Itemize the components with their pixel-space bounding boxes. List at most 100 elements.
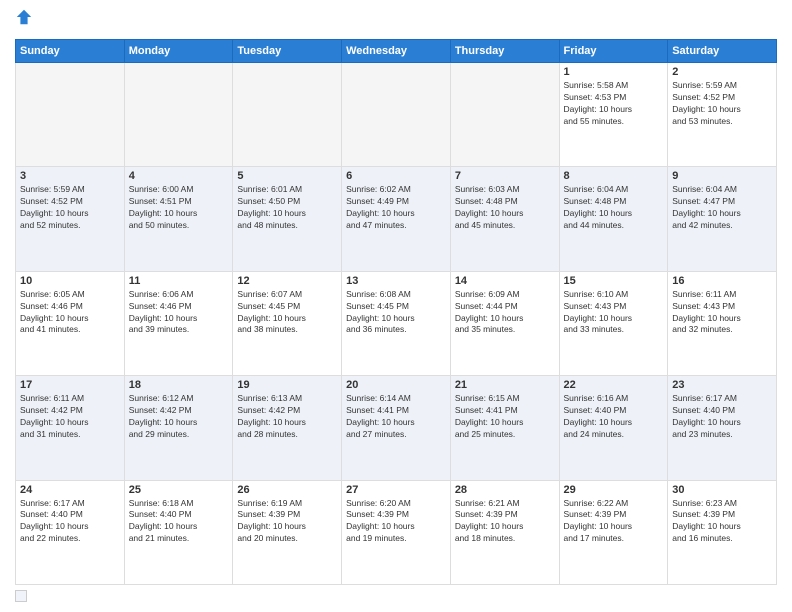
day-number: 6 — [346, 170, 446, 182]
day-info: Sunrise: 6:22 AM Sunset: 4:39 PM Dayligh… — [564, 498, 664, 546]
calendar-cell: 25 Sunrise: 6:18 AM Sunset: 4:40 PM Dayli… — [124, 480, 233, 584]
calendar-cell: 14 Sunrise: 6:09 AM Sunset: 4:44 PM Dayli… — [450, 271, 559, 375]
calendar-cell: 20 Sunrise: 6:14 AM Sunset: 4:41 PM Dayli… — [342, 376, 451, 480]
day-info: Sunrise: 6:01 AM Sunset: 4:50 PM Dayligh… — [237, 184, 337, 232]
day-number: 24 — [20, 484, 120, 496]
day-info: Sunrise: 6:15 AM Sunset: 4:41 PM Dayligh… — [455, 393, 555, 441]
day-info: Sunrise: 6:18 AM Sunset: 4:40 PM Dayligh… — [129, 498, 229, 546]
day-info: Sunrise: 6:10 AM Sunset: 4:43 PM Dayligh… — [564, 289, 664, 337]
calendar-cell: 22 Sunrise: 6:16 AM Sunset: 4:40 PM Dayli… — [559, 376, 668, 480]
calendar-cell: 19 Sunrise: 6:13 AM Sunset: 4:42 PM Dayli… — [233, 376, 342, 480]
calendar-cell: 3 Sunrise: 5:59 AM Sunset: 4:52 PM Daylig… — [16, 167, 125, 271]
day-info: Sunrise: 6:23 AM Sunset: 4:39 PM Dayligh… — [672, 498, 772, 546]
day-number: 26 — [237, 484, 337, 496]
day-number: 28 — [455, 484, 555, 496]
day-info: Sunrise: 6:02 AM Sunset: 4:49 PM Dayligh… — [346, 184, 446, 232]
calendar-cell — [342, 63, 451, 167]
calendar-cell: 23 Sunrise: 6:17 AM Sunset: 4:40 PM Dayli… — [668, 376, 777, 480]
calendar-cell: 4 Sunrise: 6:00 AM Sunset: 4:51 PM Daylig… — [124, 167, 233, 271]
day-info: Sunrise: 5:58 AM Sunset: 4:53 PM Dayligh… — [564, 80, 664, 128]
footer-box-icon — [15, 590, 27, 602]
calendar-cell: 28 Sunrise: 6:21 AM Sunset: 4:39 PM Dayli… — [450, 480, 559, 584]
day-number: 2 — [672, 66, 772, 78]
day-info: Sunrise: 6:04 AM Sunset: 4:47 PM Dayligh… — [672, 184, 772, 232]
day-number: 1 — [564, 66, 664, 78]
calendar-cell: 7Sunrise: 6:03 AM Sunset: 4:48 PM Daylig… — [450, 167, 559, 271]
day-info: Sunrise: 6:04 AM Sunset: 4:48 PM Dayligh… — [564, 184, 664, 232]
calendar-cell: 26 Sunrise: 6:19 AM Sunset: 4:39 PM Dayli… — [233, 480, 342, 584]
day-info: Sunrise: 6:09 AM Sunset: 4:44 PM Dayligh… — [455, 289, 555, 337]
calendar-cell: 27Sunrise: 6:20 AM Sunset: 4:39 PM Dayli… — [342, 480, 451, 584]
page: SundayMondayTuesdayWednesdayThursdayFrid… — [0, 0, 792, 612]
calendar-cell: 11Sunrise: 6:06 AM Sunset: 4:46 PM Dayli… — [124, 271, 233, 375]
day-info: Sunrise: 6:16 AM Sunset: 4:40 PM Dayligh… — [564, 393, 664, 441]
day-number: 5 — [237, 170, 337, 182]
day-number: 14 — [455, 275, 555, 287]
day-number: 22 — [564, 379, 664, 391]
day-number: 18 — [129, 379, 229, 391]
day-info: Sunrise: 6:07 AM Sunset: 4:45 PM Dayligh… — [237, 289, 337, 337]
day-info: Sunrise: 6:13 AM Sunset: 4:42 PM Dayligh… — [237, 393, 337, 441]
calendar-cell — [16, 63, 125, 167]
calendar-cell: 9Sunrise: 6:04 AM Sunset: 4:47 PM Daylig… — [668, 167, 777, 271]
day-info: Sunrise: 6:21 AM Sunset: 4:39 PM Dayligh… — [455, 498, 555, 546]
day-number: 17 — [20, 379, 120, 391]
day-number: 7 — [455, 170, 555, 182]
day-info: Sunrise: 5:59 AM Sunset: 4:52 PM Dayligh… — [672, 80, 772, 128]
week-row-3: 10 Sunrise: 6:05 AM Sunset: 4:46 PM Dayli… — [16, 271, 777, 375]
calendar-cell: 2 Sunrise: 5:59 AM Sunset: 4:52 PM Daylig… — [668, 63, 777, 167]
day-number: 19 — [237, 379, 337, 391]
day-number: 23 — [672, 379, 772, 391]
week-row-5: 24 Sunrise: 6:17 AM Sunset: 4:40 PM Dayli… — [16, 480, 777, 584]
calendar-cell — [124, 63, 233, 167]
logo — [15, 10, 35, 31]
calendar-cell — [450, 63, 559, 167]
weekday-header-monday: Monday — [124, 40, 233, 63]
day-info: Sunrise: 6:06 AM Sunset: 4:46 PM Dayligh… — [129, 289, 229, 337]
calendar-cell: 13Sunrise: 6:08 AM Sunset: 4:45 PM Dayli… — [342, 271, 451, 375]
footer — [15, 590, 777, 602]
calendar-cell: 12 Sunrise: 6:07 AM Sunset: 4:45 PM Dayli… — [233, 271, 342, 375]
calendar-cell: 30 Sunrise: 6:23 AM Sunset: 4:39 PM Dayli… — [668, 480, 777, 584]
day-info: Sunrise: 6:19 AM Sunset: 4:39 PM Dayligh… — [237, 498, 337, 546]
weekday-header-tuesday: Tuesday — [233, 40, 342, 63]
day-info: Sunrise: 6:05 AM Sunset: 4:46 PM Dayligh… — [20, 289, 120, 337]
day-info: Sunrise: 6:17 AM Sunset: 4:40 PM Dayligh… — [672, 393, 772, 441]
day-number: 21 — [455, 379, 555, 391]
day-info: Sunrise: 6:08 AM Sunset: 4:45 PM Dayligh… — [346, 289, 446, 337]
day-number: 25 — [129, 484, 229, 496]
calendar-cell: 8Sunrise: 6:04 AM Sunset: 4:48 PM Daylig… — [559, 167, 668, 271]
day-info: Sunrise: 6:14 AM Sunset: 4:41 PM Dayligh… — [346, 393, 446, 441]
calendar-cell: 15 Sunrise: 6:10 AM Sunset: 4:43 PM Dayli… — [559, 271, 668, 375]
calendar-cell: 21 Sunrise: 6:15 AM Sunset: 4:41 PM Dayli… — [450, 376, 559, 480]
calendar-cell: 18Sunrise: 6:12 AM Sunset: 4:42 PM Dayli… — [124, 376, 233, 480]
day-number: 29 — [564, 484, 664, 496]
day-number: 20 — [346, 379, 446, 391]
logo-icon — [15, 8, 33, 26]
day-number: 3 — [20, 170, 120, 182]
calendar-cell: 10 Sunrise: 6:05 AM Sunset: 4:46 PM Dayli… — [16, 271, 125, 375]
calendar-cell: 17 Sunrise: 6:11 AM Sunset: 4:42 PM Dayli… — [16, 376, 125, 480]
calendar-cell: 24 Sunrise: 6:17 AM Sunset: 4:40 PM Dayli… — [16, 480, 125, 584]
day-number: 10 — [20, 275, 120, 287]
day-info: Sunrise: 6:11 AM Sunset: 4:42 PM Dayligh… — [20, 393, 120, 441]
week-row-2: 3 Sunrise: 5:59 AM Sunset: 4:52 PM Daylig… — [16, 167, 777, 271]
day-number: 4 — [129, 170, 229, 182]
day-number: 12 — [237, 275, 337, 287]
weekday-header-thursday: Thursday — [450, 40, 559, 63]
day-number: 16 — [672, 275, 772, 287]
day-info: Sunrise: 6:11 AM Sunset: 4:43 PM Dayligh… — [672, 289, 772, 337]
day-info: Sunrise: 6:00 AM Sunset: 4:51 PM Dayligh… — [129, 184, 229, 232]
weekday-header-wednesday: Wednesday — [342, 40, 451, 63]
day-info: Sunrise: 5:59 AM Sunset: 4:52 PM Dayligh… — [20, 184, 120, 232]
calendar-cell: 6 Sunrise: 6:02 AM Sunset: 4:49 PM Daylig… — [342, 167, 451, 271]
day-number: 30 — [672, 484, 772, 496]
calendar-cell: 1 Sunrise: 5:58 AM Sunset: 4:53 PM Daylig… — [559, 63, 668, 167]
weekday-header-saturday: Saturday — [668, 40, 777, 63]
calendar-cell: 5 Sunrise: 6:01 AM Sunset: 4:50 PM Daylig… — [233, 167, 342, 271]
calendar-table: SundayMondayTuesdayWednesdayThursdayFrid… — [15, 39, 777, 585]
weekday-header-sunday: Sunday — [16, 40, 125, 63]
day-number: 15 — [564, 275, 664, 287]
day-info: Sunrise: 6:17 AM Sunset: 4:40 PM Dayligh… — [20, 498, 120, 546]
header — [15, 10, 777, 31]
